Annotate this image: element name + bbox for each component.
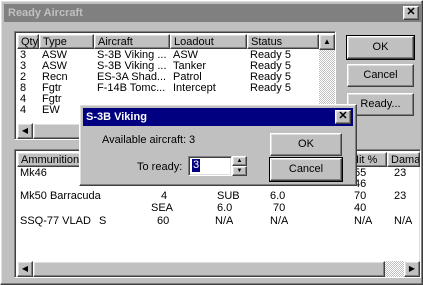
scroll-left-icon[interactable]: ◀ [17,261,33,277]
cell-target: SEA [151,202,174,214]
available-aircraft-label: Available aircraft: [102,134,187,146]
spin-up-icon[interactable]: ▲ [232,156,247,166]
cell-hit: 70 [354,190,367,202]
cell-ammo-name: SSQ-77 VLAD [20,215,91,227]
cell-hit: 40 [354,202,367,214]
cell-damage: N/A [394,215,413,227]
scroll-track[interactable] [385,261,404,277]
header-loadout[interactable]: Loadout [170,34,247,49]
aircraft-list-header: Qty Type Aircraft Loadout Status [17,34,319,49]
ok-button[interactable]: OK [346,35,415,60]
table-row[interactable]: 2 Recn ES-3A Shad... Patrol Ready 5 [17,71,319,83]
table-row[interactable]: 4 Fgtr [17,93,319,105]
cell-type: EW [42,104,60,116]
cell-target: N/A [215,215,234,227]
cell-range: 6.0 [217,202,233,214]
cell-hit-base: 70 [273,202,286,214]
cell-qty: 4 [161,190,168,202]
dialog-cancel-button[interactable]: Cancel [269,157,343,182]
cell-qty: 4 [20,104,27,116]
spin-down-icon[interactable]: ▼ [232,166,247,176]
dialog-ok-button[interactable]: OK [270,133,342,156]
ready-button[interactable]: Ready... [347,93,414,116]
scroll-thumb[interactable] [33,261,385,277]
table-row[interactable]: SSQ-77 VLAD S 60 N/A N/A N/A N/A [17,215,420,228]
scroll-left-icon[interactable]: ◀ [17,123,33,139]
dialog-titlebar[interactable]: S-3B Viking ✕ [83,108,353,126]
table-row[interactable]: 3 ASW S-3B Viking ... Tanker Ready 5 [17,60,319,72]
window-titlebar[interactable]: Ready Aircraft ✕ [4,4,421,22]
header-aircraft[interactable]: Aircraft [94,34,170,49]
to-ready-input[interactable]: 3 [188,156,232,176]
to-ready-value: 3 [192,159,201,172]
header-type[interactable]: Type [39,34,94,49]
available-aircraft-value: 3 [189,134,196,146]
scroll-right-icon[interactable]: ▶ [404,261,420,277]
dialog-title: S-3B Viking [86,111,147,123]
header-qty[interactable]: Qty [17,34,39,49]
table-row[interactable]: 3 ASW S-3B Viking ... ASW Ready 5 [17,49,319,61]
cell-hit: N/A [354,215,373,227]
window-title: Ready Aircraft [8,7,83,19]
to-ready-label: To ready: [137,161,183,173]
cell-type: S [99,215,107,227]
scroll-up-icon[interactable]: ▲ [319,34,335,50]
cell-qty: 60 [157,215,170,227]
cell-range: 6.0 [270,190,286,202]
cancel-button[interactable]: Cancel [347,64,414,87]
close-icon[interactable]: ✕ [335,110,351,124]
cell-ammo-name: Mk50 Barracuda [20,190,101,202]
table-row[interactable]: 8 Fgtr F-14B Tomc... Intercept Ready 5 [17,82,319,94]
ammo-hscroll[interactable]: ◀ ▶ [17,261,420,277]
to-ready-spinner: ▲ ▼ [232,156,247,176]
ready-dialog: S-3B Viking ✕ Available aircraft: 3 To r… [79,104,357,186]
cell-range: N/A [270,215,289,227]
table-row[interactable]: SEA 6.0 70 40 [17,202,420,215]
close-icon[interactable]: ✕ [403,6,419,20]
header-status[interactable]: Status [247,34,319,49]
header-damage[interactable]: Dama [387,152,420,167]
cell-damage: 23 [394,190,407,202]
cell-target: SUB [217,190,240,202]
